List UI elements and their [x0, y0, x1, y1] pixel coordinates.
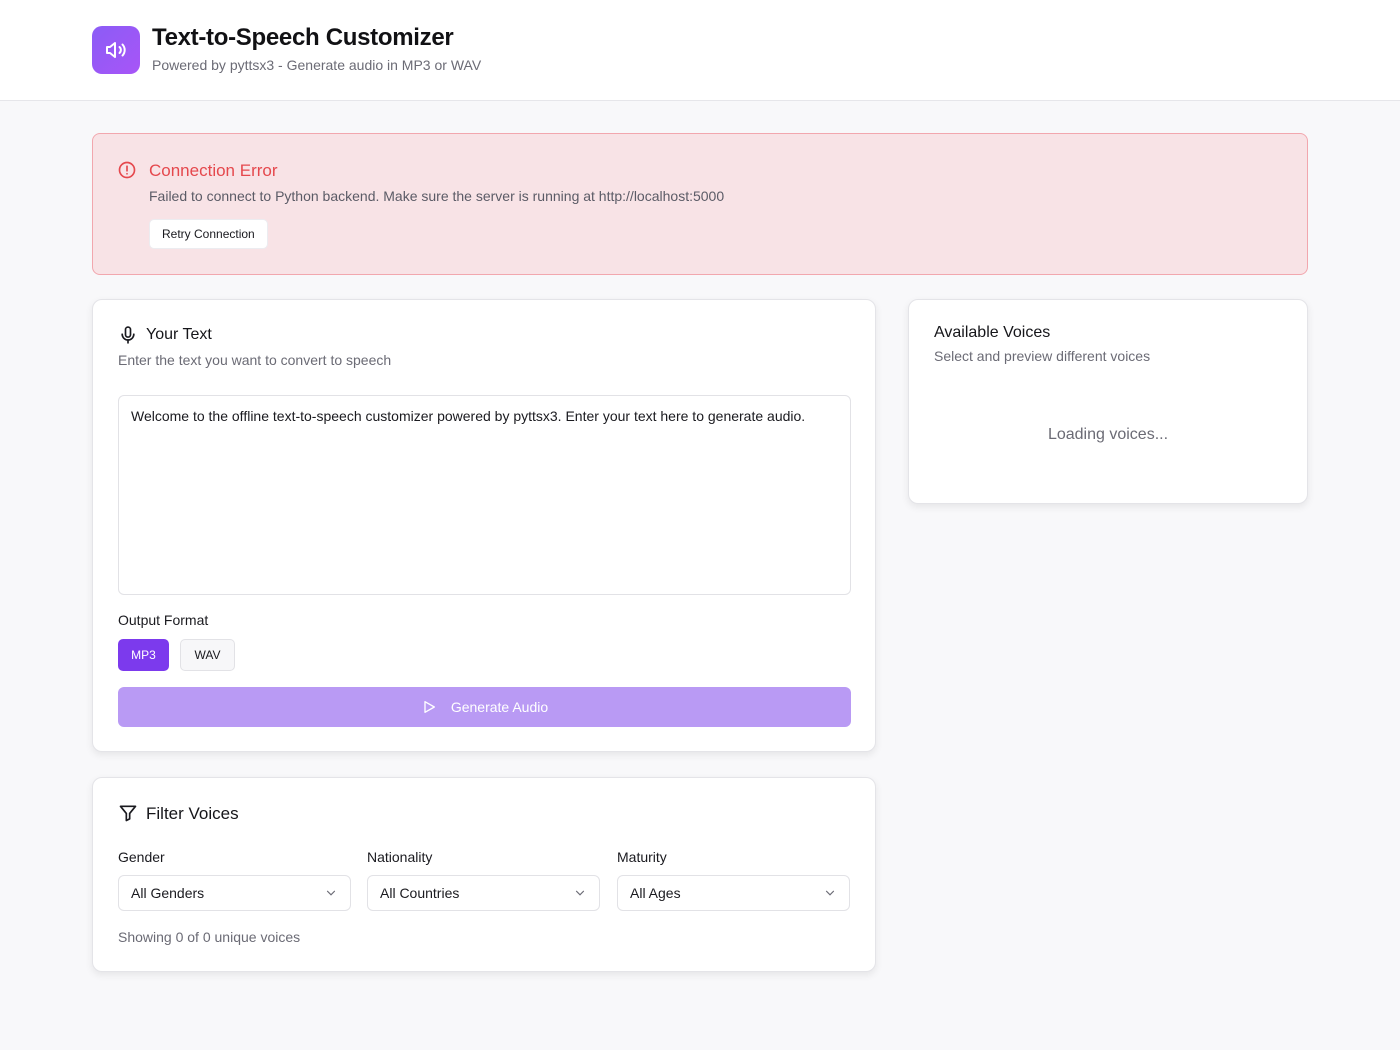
format-mp3-button[interactable]: MP3: [118, 639, 169, 671]
filter-card-title: Filter Voices: [146, 804, 239, 823]
loading-voices-text: Loading voices...: [1047, 426, 1169, 443]
maturity-select[interactable]: All Ages: [617, 875, 850, 911]
filter-voices-card: Filter Voices Gender All Genders Nationa…: [92, 777, 876, 972]
connection-error-alert: Connection Error Failed to connect to Py…: [92, 133, 1308, 275]
maturity-label: Maturity: [617, 849, 667, 865]
speaker-icon: [92, 26, 140, 74]
nationality-label: Nationality: [367, 849, 433, 865]
gender-select-value: All Genders: [131, 885, 205, 901]
voices-card-description: Select and preview different voices: [934, 348, 1151, 364]
chevron-down-icon: [825, 890, 835, 896]
nationality-select[interactable]: All Countries: [367, 875, 600, 911]
gender-label: Gender: [118, 849, 165, 865]
generate-audio-label: Generate Audio: [450, 699, 549, 715]
alert-circle-icon: [118, 161, 136, 179]
gender-select[interactable]: All Genders: [118, 875, 351, 911]
generate-audio-button[interactable]: Generate Audio: [118, 687, 851, 727]
chevron-down-icon: [575, 890, 585, 896]
voices-card-title: Available Voices: [934, 324, 1051, 341]
play-icon: [424, 701, 435, 713]
error-message: Failed to connect to Python backend. Mak…: [149, 188, 725, 204]
output-format-label: Output Format: [118, 612, 209, 628]
text-card-description: Enter the text you want to convert to sp…: [118, 352, 392, 368]
microphone-icon: [121, 326, 135, 344]
app-subtitle: Powered by pyttsx3 - Generate audio in M…: [152, 57, 482, 73]
format-wav-button[interactable]: WAV: [180, 639, 235, 671]
chevron-down-icon: [326, 890, 336, 896]
text-input-card: Your Text Enter the text you want to con…: [92, 299, 876, 752]
error-title: Connection Error: [149, 161, 278, 180]
available-voices-card: Available Voices Select and preview diff…: [908, 299, 1308, 504]
retry-connection-button[interactable]: Retry Connection: [149, 219, 268, 249]
filter-icon: [119, 805, 137, 822]
voices-count-text: Showing 0 of 0 unique voices: [118, 929, 301, 945]
maturity-select-value: All Ages: [630, 885, 681, 901]
app-title: Text-to-Speech Customizer: [152, 24, 454, 51]
text-card-title: Your Text: [146, 326, 212, 343]
nationality-select-value: All Countries: [380, 885, 460, 901]
app-header: Text-to-Speech Customizer Powered by pyt…: [0, 0, 1400, 101]
speech-text-input[interactable]: Welcome to the offline text-to-speech cu…: [118, 395, 851, 595]
